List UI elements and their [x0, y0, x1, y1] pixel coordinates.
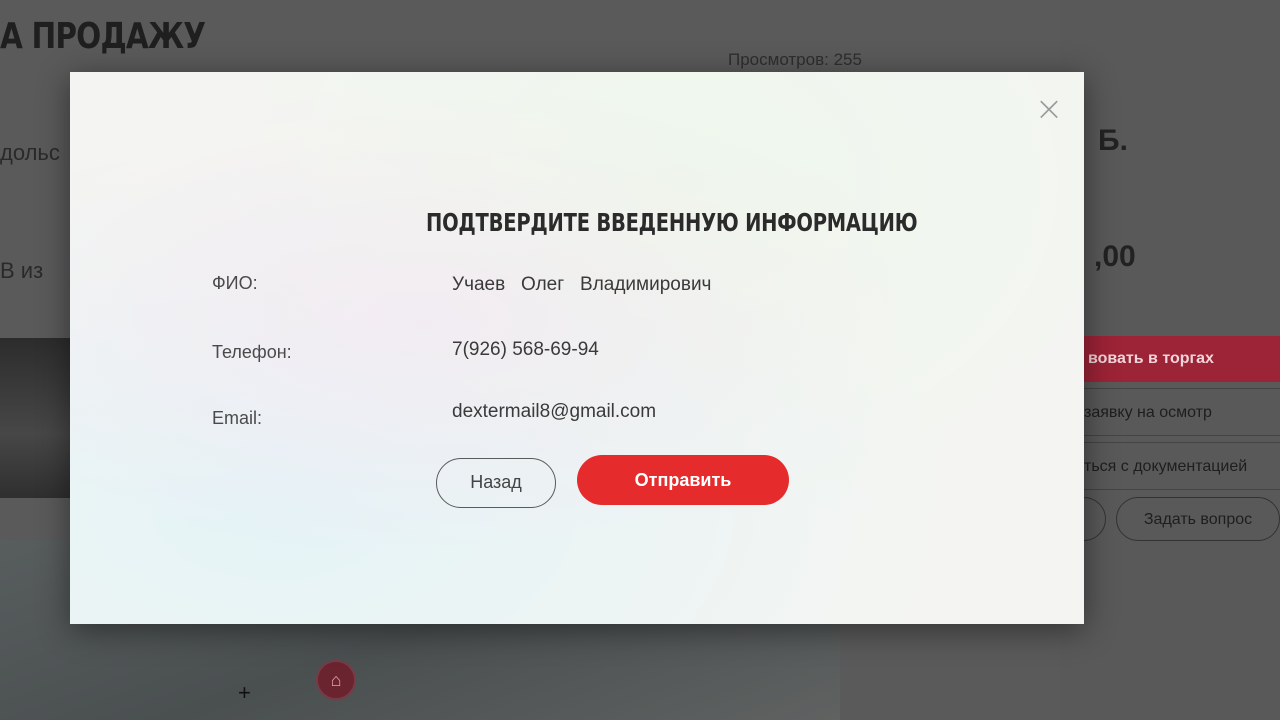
phone-value: 7(926) 568-69-94 [452, 339, 599, 360]
email-value: dextermail8@gmail.com [452, 401, 657, 422]
close-icon[interactable]: × [1034, 92, 1064, 126]
phone-label: Телефон: [212, 342, 292, 362]
email-label: Email: [212, 408, 263, 428]
fio-label: ФИО: [212, 273, 258, 293]
dialog-title: ПОДТВЕРДИТЕ ВВЕДЕННУЮ ИНФОРМАЦИЮ [426, 208, 918, 237]
submit-button[interactable]: Отправить [577, 455, 789, 505]
confirm-dialog: × ПОДТВЕРДИТЕ ВВЕДЕННУЮ ИНФОРМАЦИЮ ФИО: … [70, 72, 1084, 624]
fio-value: Учаев Олег Владимирович [452, 274, 712, 295]
back-button[interactable]: Назад [436, 458, 556, 508]
